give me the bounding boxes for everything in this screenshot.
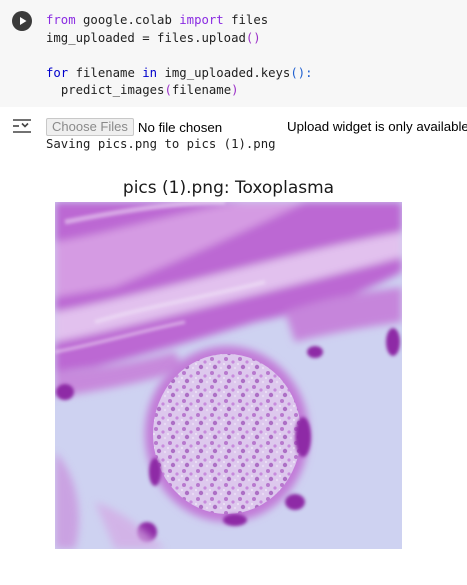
upload-widget-note: Upload widget is only available when the… — [287, 119, 467, 134]
code-editor[interactable]: from google.colab import files img_uploa… — [46, 12, 313, 100]
no-file-chosen-label: No file chosen — [137, 119, 223, 135]
micrograph-image — [55, 202, 402, 549]
choose-files-button[interactable]: Choose Files — [46, 118, 134, 136]
output-toggle-icon[interactable] — [10, 116, 34, 136]
upload-widget: Choose Files No file chosen — [46, 118, 222, 136]
run-cell-button[interactable] — [12, 11, 32, 31]
code-line-4: for filename in img_uploaded.keys(): — [46, 65, 313, 80]
play-icon — [20, 17, 27, 25]
code-cell[interactable]: from google.colab import files img_uploa… — [0, 0, 467, 107]
plot-title: pics (1).png: Toxoplasma — [122, 178, 335, 198]
code-line-2: img_uploaded = files.upload() — [46, 30, 261, 45]
code-line-1: from google.colab import files — [46, 13, 269, 27]
code-line-5: predict_images(filename) — [60, 83, 239, 97]
saving-output-text: Saving pics.png to pics (1).png — [46, 137, 276, 151]
